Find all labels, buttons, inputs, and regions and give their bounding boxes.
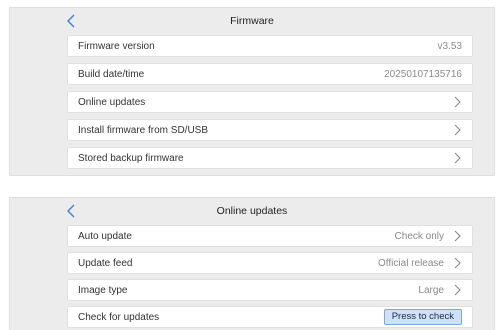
row-label: Auto update [78,230,132,242]
online-updates-panel: Online updates Auto update Check only Up… [9,197,495,330]
press-to-check-button[interactable]: Press to check [383,309,462,325]
chevron-right-icon [454,230,461,242]
row-label: Install firmware from SD/USB [78,124,209,136]
install-from-sd-usb-row[interactable]: Install firmware from SD/USB [67,119,473,141]
firmware-version-row: Firmware version v3.53 [67,35,473,57]
page-title: Online updates [216,205,288,217]
chevron-right-icon [454,152,461,164]
chevron-right-icon [454,96,461,108]
row-label: Online updates [78,96,146,108]
build-date-value: 20250107135716 [384,68,462,80]
image-type-row[interactable]: Image type Large [67,279,473,301]
check-for-updates-row: Check for updates Press to check [67,306,473,328]
row-label: Update feed [78,257,133,269]
row-label: Build date/time [78,68,145,80]
image-type-value: Large [418,284,444,296]
row-label: Check for updates [78,311,160,323]
firmware-version-value: v3.53 [437,40,462,52]
chevron-right-icon [454,257,461,269]
auto-update-value: Check only [394,230,444,242]
row-label: Firmware version [78,40,155,52]
page-title: Firmware [230,15,274,27]
update-feed-row[interactable]: Update feed Official release [67,252,473,274]
row-label: Image type [78,284,128,296]
online-updates-row[interactable]: Online updates [67,91,473,113]
online-updates-header: Online updates [10,198,494,225]
stored-backup-firmware-row[interactable]: Stored backup firmware [67,147,473,169]
chevron-right-icon [454,284,461,296]
row-label: Stored backup firmware [78,152,184,164]
firmware-header: Firmware [10,8,494,35]
build-date-row: Build date/time 20250107135716 [67,63,473,85]
chevron-right-icon [454,124,461,136]
firmware-panel: Firmware Firmware version v3.53 Build da… [9,7,495,176]
update-feed-value: Official release [378,257,444,269]
auto-update-row[interactable]: Auto update Check only [67,225,473,247]
